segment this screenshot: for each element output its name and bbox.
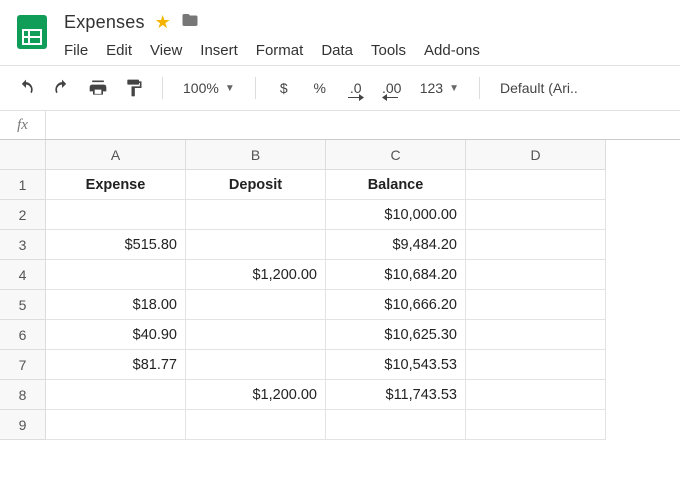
menu-edit[interactable]: Edit bbox=[106, 42, 132, 59]
app-logo[interactable] bbox=[12, 12, 52, 52]
col-head-A[interactable]: A bbox=[46, 140, 186, 170]
formula-bar: fx bbox=[0, 110, 680, 140]
cell[interactable] bbox=[186, 320, 326, 350]
currency-symbol: $ bbox=[280, 80, 288, 96]
cell[interactable]: $1,200.00 bbox=[186, 260, 326, 290]
spreadsheet-grid: A B C D 1 Expense Deposit Balance 2 $10,… bbox=[0, 140, 680, 440]
menu-addons[interactable]: Add-ons bbox=[424, 42, 480, 59]
cell[interactable]: $11,743.53 bbox=[326, 380, 466, 410]
more-formats-select[interactable]: 123 ▼ bbox=[414, 74, 465, 102]
menu-view[interactable]: View bbox=[150, 42, 182, 59]
cell[interactable] bbox=[326, 410, 466, 440]
menu-tools[interactable]: Tools bbox=[371, 42, 406, 59]
separator bbox=[255, 77, 256, 99]
cell[interactable]: Deposit bbox=[186, 170, 326, 200]
cell[interactable] bbox=[46, 260, 186, 290]
cell[interactable] bbox=[466, 200, 606, 230]
cell[interactable] bbox=[466, 410, 606, 440]
menu-bar: File Edit View Insert Format Data Tools … bbox=[64, 42, 668, 65]
select-all-corner[interactable] bbox=[0, 140, 46, 170]
menu-format[interactable]: Format bbox=[256, 42, 304, 59]
font-label: Default (Ari.. bbox=[500, 80, 578, 96]
folder-icon[interactable] bbox=[181, 11, 199, 34]
chevron-down-icon: ▼ bbox=[225, 83, 235, 94]
menu-file[interactable]: File bbox=[64, 42, 88, 59]
cell[interactable] bbox=[466, 260, 606, 290]
cell[interactable]: $10,684.20 bbox=[326, 260, 466, 290]
cell[interactable]: $9,484.20 bbox=[326, 230, 466, 260]
cell[interactable] bbox=[466, 230, 606, 260]
paint-format-icon[interactable] bbox=[120, 74, 148, 102]
cell[interactable] bbox=[466, 380, 606, 410]
cell[interactable]: $81.77 bbox=[46, 350, 186, 380]
cell[interactable]: Balance bbox=[326, 170, 466, 200]
zoom-label: 100% bbox=[183, 80, 219, 96]
cell[interactable] bbox=[46, 410, 186, 440]
format-currency-button[interactable]: $ bbox=[270, 74, 298, 102]
cell[interactable] bbox=[186, 200, 326, 230]
more-formats-label: 123 bbox=[420, 80, 443, 96]
cell[interactable]: $10,625.30 bbox=[326, 320, 466, 350]
cell[interactable]: $18.00 bbox=[46, 290, 186, 320]
chevron-down-icon: ▼ bbox=[449, 83, 459, 94]
redo-icon[interactable] bbox=[48, 74, 76, 102]
separator bbox=[479, 77, 480, 99]
separator bbox=[162, 77, 163, 99]
star-icon[interactable]: ★ bbox=[155, 12, 171, 33]
row-head[interactable]: 4 bbox=[0, 260, 46, 290]
zoom-select[interactable]: 100% ▼ bbox=[177, 74, 241, 102]
row-head[interactable]: 5 bbox=[0, 290, 46, 320]
percent-symbol: % bbox=[313, 80, 325, 96]
row-head[interactable]: 6 bbox=[0, 320, 46, 350]
row-head[interactable]: 8 bbox=[0, 380, 46, 410]
cell[interactable] bbox=[186, 350, 326, 380]
font-select[interactable]: Default (Ari.. bbox=[494, 74, 584, 102]
doc-title[interactable]: Expenses bbox=[64, 12, 145, 33]
cell[interactable] bbox=[466, 290, 606, 320]
row-head[interactable]: 7 bbox=[0, 350, 46, 380]
cell[interactable]: $10,543.53 bbox=[326, 350, 466, 380]
cell[interactable]: $515.80 bbox=[46, 230, 186, 260]
row-head[interactable]: 1 bbox=[0, 170, 46, 200]
cell[interactable]: $1,200.00 bbox=[186, 380, 326, 410]
cell[interactable]: $10,000.00 bbox=[326, 200, 466, 230]
toolbar: 100% ▼ $ % .0 .00 123 ▼ Default (Ari.. bbox=[0, 66, 680, 110]
formula-input[interactable] bbox=[46, 111, 680, 139]
print-icon[interactable] bbox=[84, 74, 112, 102]
increase-decimal-button[interactable]: .00 bbox=[378, 74, 406, 102]
row-head[interactable]: 2 bbox=[0, 200, 46, 230]
row-head[interactable]: 9 bbox=[0, 410, 46, 440]
cell[interactable] bbox=[46, 200, 186, 230]
col-head-B[interactable]: B bbox=[186, 140, 326, 170]
cell[interactable] bbox=[466, 350, 606, 380]
undo-icon[interactable] bbox=[12, 74, 40, 102]
decrease-decimal-button[interactable]: .0 bbox=[342, 74, 370, 102]
cell[interactable] bbox=[186, 290, 326, 320]
cell[interactable] bbox=[186, 410, 326, 440]
cell[interactable]: $10,666.20 bbox=[326, 290, 466, 320]
cell[interactable] bbox=[466, 320, 606, 350]
menu-insert[interactable]: Insert bbox=[200, 42, 238, 59]
cell[interactable]: $40.90 bbox=[46, 320, 186, 350]
format-percent-button[interactable]: % bbox=[306, 74, 334, 102]
col-head-C[interactable]: C bbox=[326, 140, 466, 170]
menu-data[interactable]: Data bbox=[321, 42, 353, 59]
fx-label[interactable]: fx bbox=[0, 111, 46, 139]
cell[interactable] bbox=[186, 230, 326, 260]
col-head-D[interactable]: D bbox=[466, 140, 606, 170]
row-head[interactable]: 3 bbox=[0, 230, 46, 260]
cell[interactable] bbox=[46, 380, 186, 410]
cell[interactable] bbox=[466, 170, 606, 200]
cell[interactable]: Expense bbox=[46, 170, 186, 200]
